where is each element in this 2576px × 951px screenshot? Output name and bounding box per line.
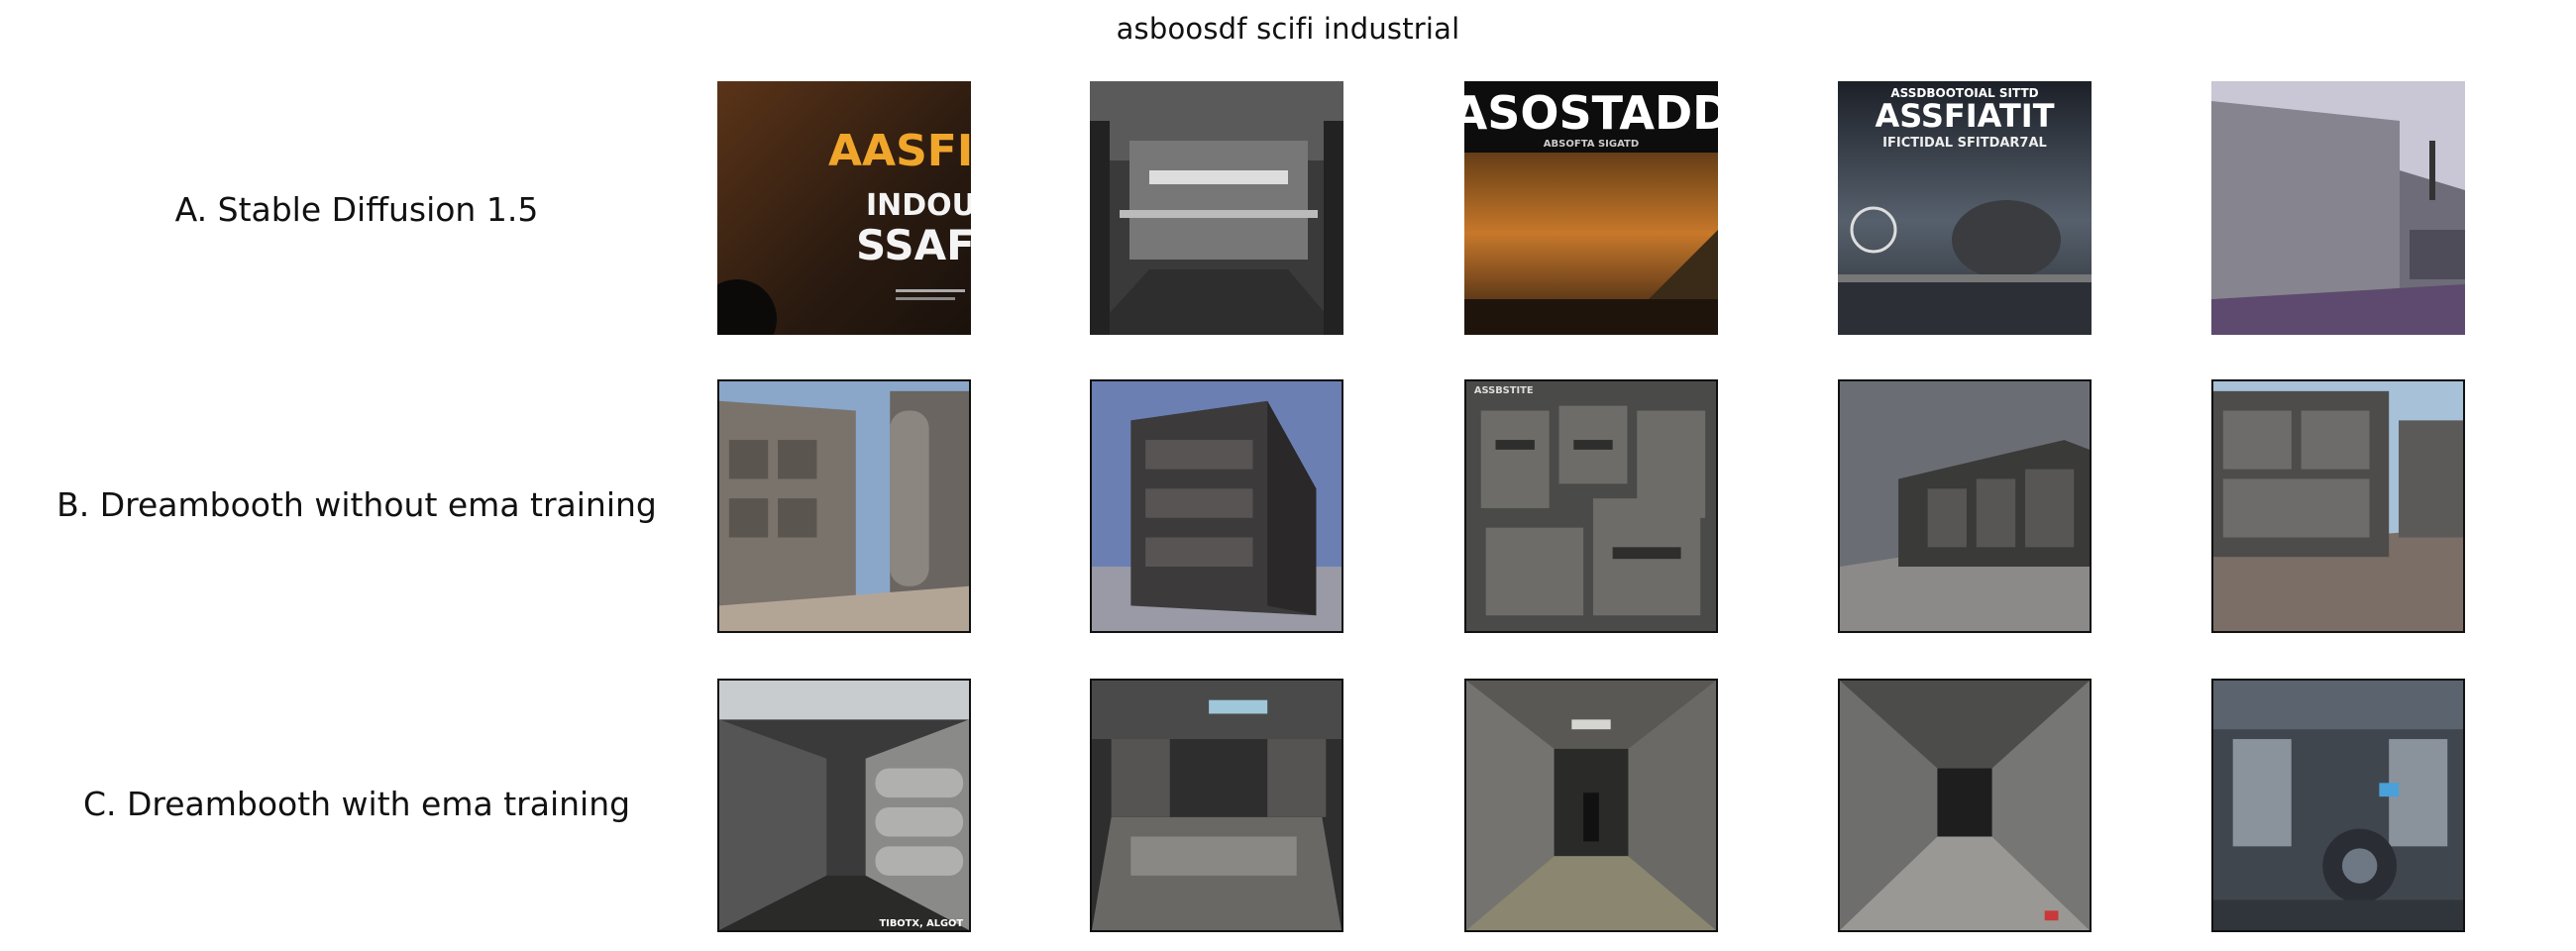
image-c1-corridor: TIBOTX, ALGOT — [717, 679, 971, 932]
image-c1-corner-text: TIBOTX, ALGOT — [879, 918, 963, 929]
row-label-c: C. Dreambooth with ema training — [82, 785, 631, 823]
image-a1-poster: AASFIIT INDOUT SSAFTI — [717, 81, 971, 335]
row-label-a: A. Stable Diffusion 1.5 — [174, 190, 539, 229]
poster-a3-title: ASOSTADD — [1464, 86, 1718, 140]
poster-a1-line3: SSAFTI — [856, 221, 971, 269]
image-b3-machinery: ASSBSTITE — [1464, 379, 1718, 633]
image-b5-structure — [2211, 379, 2465, 633]
image-a2-factory-interior — [1090, 81, 1343, 335]
image-a3-poster: ASOSTADD ABSOFTA SIGATD — [1464, 81, 1718, 335]
image-c3-hallway — [1464, 679, 1718, 932]
image-b3-corner-text: ASSBSTITE — [1474, 385, 1534, 396]
poster-a3-sub: ABSOFTA SIGATD — [1544, 139, 1639, 150]
image-a4-poster: ASSDBOOTOIAL SITTD ASSFIATIT IFICTIDAL S… — [1838, 81, 2092, 335]
image-b1-structure — [717, 379, 971, 633]
figure-title: asboosdf scifi industrial — [1116, 12, 1460, 46]
poster-a4-sub: IFICTIDAL SFITDAR7AL — [1882, 136, 2047, 151]
image-c2-machinery — [1090, 679, 1343, 932]
poster-a4-title: ASSFIATIT — [1875, 97, 2054, 135]
row-label-b: B. Dreambooth without ema training — [56, 485, 657, 524]
image-b2-block-building — [1090, 379, 1343, 633]
image-b4-structure — [1838, 379, 2092, 633]
image-c5-machine-room — [2211, 679, 2465, 932]
poster-a1-line1: AASFIIT — [828, 126, 971, 176]
image-c4-hallway — [1838, 679, 2092, 932]
poster-a1-line2: INDOUT — [866, 188, 971, 223]
image-a5-warehouse — [2211, 81, 2465, 335]
